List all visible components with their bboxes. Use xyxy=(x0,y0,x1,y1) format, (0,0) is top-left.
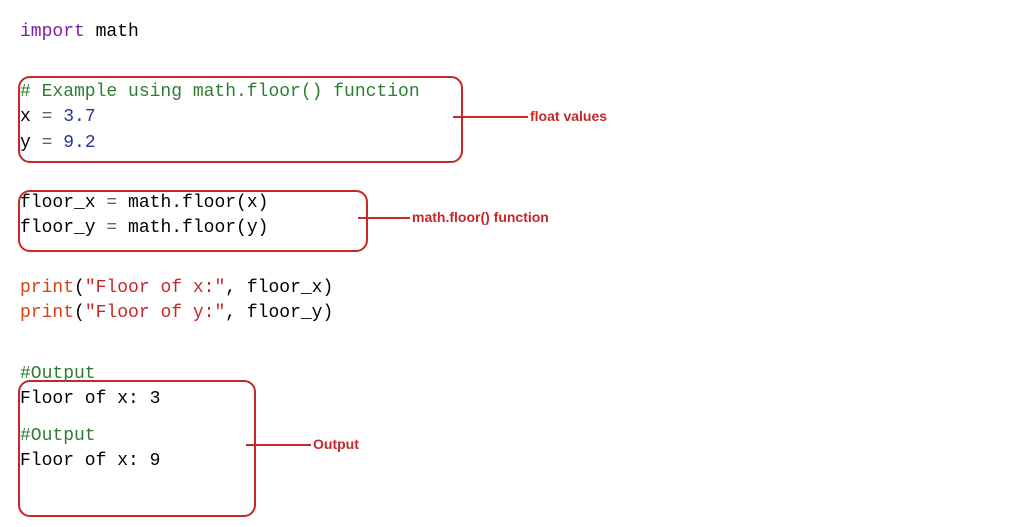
output-line-1: Floor of x: 3 xyxy=(20,387,999,412)
output-comment-2: #Output xyxy=(20,424,999,449)
output-comment-1: #Output xyxy=(20,362,999,387)
output-line-2: Floor of x: 9 xyxy=(20,449,999,474)
floor-x-line: floor_x = math.floor(x) xyxy=(20,191,999,216)
import-line: import math xyxy=(20,20,999,45)
math-module: math xyxy=(85,22,139,42)
assign-x-line: x = 3.7 xyxy=(20,105,999,130)
assign-y-line: y = 9.2 xyxy=(20,131,999,156)
floor-y-line: floor_y = math.floor(y) xyxy=(20,216,999,241)
import-keyword: import xyxy=(20,22,85,42)
print-x-line: print("Floor of x:", floor_x) xyxy=(20,276,999,301)
code-content: import math # Example using math.floor()… xyxy=(20,20,999,474)
print-y-line: print("Floor of y:", floor_y) xyxy=(20,301,999,326)
comment-line-1: # Example using math.floor() function xyxy=(20,80,999,105)
